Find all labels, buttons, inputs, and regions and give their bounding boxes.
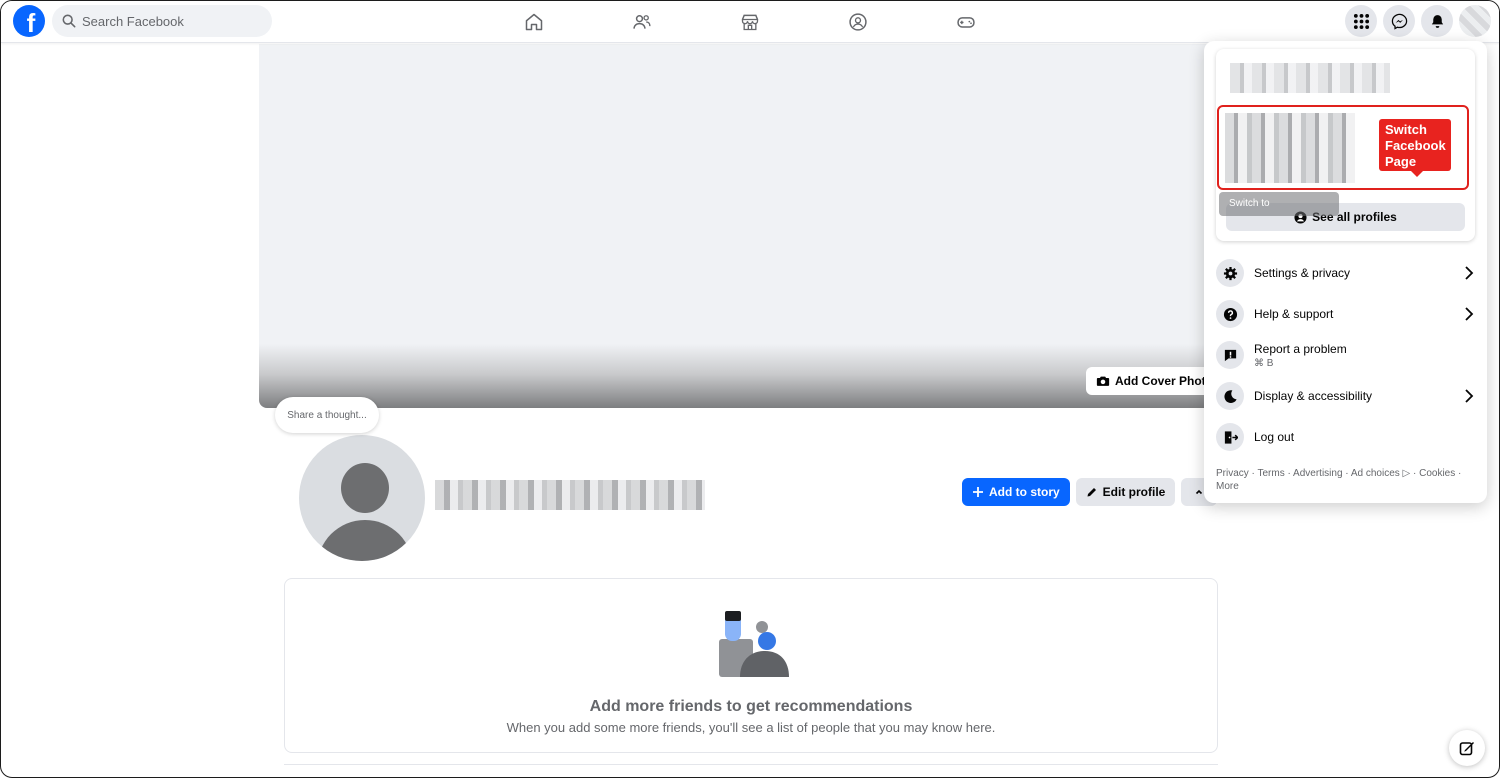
switch-page-highlight: Switch Facebook Page (1217, 105, 1469, 190)
add-to-story-label: Add to story (989, 485, 1060, 499)
add-cover-photo-label: Add Cover Photo (1115, 374, 1213, 388)
menu-item-label: Help & support (1254, 307, 1334, 321)
groups-icon (849, 13, 867, 31)
profile-picture[interactable] (295, 431, 429, 565)
profile-actions: Add to story Edit profile (962, 478, 1218, 506)
edit-profile-label: Edit profile (1102, 485, 1166, 499)
profile-name-redacted (435, 480, 705, 510)
tab-groups[interactable] (837, 9, 879, 35)
tab-home[interactable] (513, 9, 555, 35)
recommendations-subtitle: When you add some more friends, you'll s… (506, 720, 996, 735)
add-to-story-button[interactable]: Add to story (962, 478, 1070, 506)
menu-item-label: Report a problem (1254, 341, 1347, 356)
menu-footer-links[interactable]: Privacy · Terms · Advertising · Ad choic… (1216, 467, 1475, 493)
current-profile-redacted[interactable] (1230, 63, 1390, 93)
tab-gaming[interactable] (945, 9, 987, 35)
menu-item-label: Settings & privacy (1254, 266, 1351, 280)
report-problem-text: Report a problem ⌘ B (1254, 342, 1347, 369)
search-icon (62, 14, 76, 28)
friends-icon (633, 15, 651, 29)
search-box[interactable] (52, 5, 272, 37)
avatar-body-shape (317, 520, 413, 561)
report-icon (1224, 349, 1236, 361)
menu-item-help-support[interactable]: Help & support (1216, 296, 1475, 332)
friend-recommendations-card: Add more friends to get recommendations … (284, 578, 1218, 753)
people-illustration-icon (719, 611, 789, 677)
add-cover-photo-button[interactable]: Add Cover Photo (1086, 367, 1223, 395)
menu-item-label: Log out (1254, 430, 1295, 444)
chevron-right-icon (1465, 266, 1474, 280)
share-thought-bubble[interactable]: Share a thought... (275, 397, 379, 433)
top-navigation: f (1, 1, 1499, 43)
recommendations-title: Add more friends to get recommendations (589, 698, 913, 715)
menu-item-report-problem[interactable]: Report a problem ⌘ B (1216, 337, 1475, 373)
cover-photo (259, 44, 1217, 408)
profiles-card: Switch Facebook Page Switch to See all p… (1216, 49, 1475, 241)
pencil-icon (1087, 488, 1096, 497)
browser-frame: f Search Facebook Add Cover Photo Share … (0, 0, 1500, 778)
moon-icon (1223, 389, 1237, 403)
menu-item-settings-privacy[interactable]: Settings & privacy (1216, 255, 1475, 291)
edit-profile-button[interactable]: Edit profile (1075, 478, 1176, 506)
menu-button[interactable] (1345, 5, 1377, 37)
menu-grid-icon (1353, 13, 1369, 29)
tab-marketplace[interactable] (729, 9, 771, 35)
top-right-buttons (1345, 5, 1491, 37)
gaming-icon (957, 17, 975, 28)
home-icon (525, 13, 543, 31)
question-icon (1223, 307, 1237, 321)
switch-page-callout: Switch Facebook Page (1379, 119, 1451, 177)
account-menu: Switch Facebook Page Switch to See all p… (1204, 41, 1487, 503)
avatar-head-shape (341, 463, 389, 513)
gear-icon (1223, 266, 1237, 280)
menu-item-display-accessibility[interactable]: Display & accessibility (1216, 378, 1475, 414)
bell-icon (1431, 14, 1443, 28)
menu-item-label: Display & accessibility (1254, 389, 1373, 403)
tab-friends[interactable] (621, 9, 663, 35)
main-tabs (513, 9, 1053, 35)
logout-icon (1224, 430, 1238, 444)
new-message-button[interactable] (1449, 730, 1485, 766)
share-thought-label: Share a thought... (287, 409, 367, 421)
divider (284, 764, 1218, 765)
chevron-right-icon (1465, 389, 1474, 403)
switch-to-tooltip: Switch to (1219, 192, 1339, 216)
compose-icon (1459, 742, 1474, 756)
messenger-icon (1391, 13, 1407, 30)
messenger-button[interactable] (1383, 5, 1415, 37)
menu-item-log-out[interactable]: Log out (1216, 419, 1475, 455)
camera-icon (1096, 376, 1110, 386)
chevron-right-icon (1465, 307, 1474, 321)
notifications-button[interactable] (1421, 5, 1453, 37)
account-avatar[interactable] (1459, 5, 1491, 37)
search-input[interactable] (82, 13, 252, 29)
plus-icon (973, 487, 983, 497)
page-profile-redacted[interactable] (1225, 113, 1355, 183)
facebook-logo[interactable]: f (13, 5, 45, 37)
marketplace-icon (741, 14, 759, 31)
report-shortcut: ⌘ B (1254, 357, 1274, 369)
